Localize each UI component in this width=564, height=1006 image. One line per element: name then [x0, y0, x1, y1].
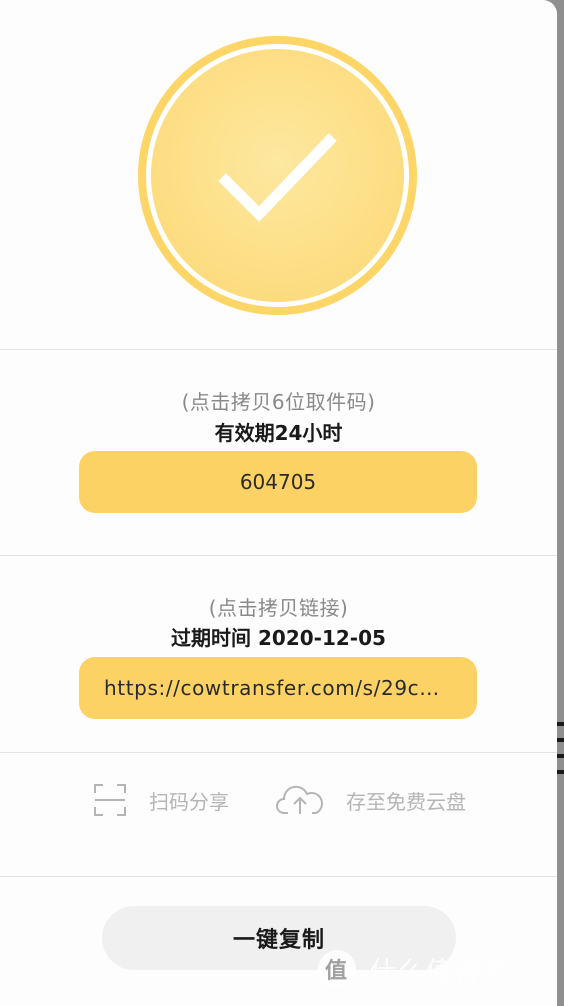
share-link-url: https://cowtransfer.com/s/29c… [104, 676, 440, 700]
divider [0, 349, 557, 350]
scan-frame-icon [94, 784, 126, 816]
edge-mark [557, 754, 564, 758]
pickup-code-validity: 有效期24小时 [214, 421, 343, 445]
save-cloud-button[interactable]: 存至免费云盘 [276, 780, 466, 820]
watermark: 值 什么值得买 [318, 944, 510, 994]
divider [0, 876, 557, 877]
share-link-button[interactable]: https://cowtransfer.com/s/29c… [79, 657, 477, 719]
check-icon [218, 133, 337, 222]
edge-mark [557, 770, 564, 774]
watermark-text: 什么值得买 [370, 956, 511, 987]
edge-mark [557, 738, 564, 742]
link-hint: (点击拷贝链接) [208, 596, 349, 620]
share-dialog: (点击拷贝6位取件码) 有效期24小时 604705 (点击拷贝链接) 过期时间… [0, 0, 557, 1006]
qr-share-button[interactable]: 扫码分享 [93, 780, 229, 820]
edge-mark [557, 722, 564, 726]
pickup-code-value: 604705 [239, 470, 317, 494]
cloud-upload-icon [276, 785, 323, 814]
link-expiry: 过期时间 2020-12-05 [171, 626, 386, 650]
watermark-logo: 值 [318, 950, 356, 988]
divider [0, 555, 557, 556]
copy-all-label: 一键复制 [232, 928, 325, 953]
success-badge [138, 36, 417, 315]
divider [0, 752, 557, 753]
share-actions: 扫码分享 存至免费云盘 [0, 780, 557, 820]
pickup-code-hint: (点击拷贝6位取件码) [181, 390, 376, 414]
pickup-code-button[interactable]: 604705 [79, 451, 477, 513]
qr-share-label: 扫码分享 [149, 789, 229, 814]
save-cloud-label: 存至免费云盘 [346, 789, 466, 814]
